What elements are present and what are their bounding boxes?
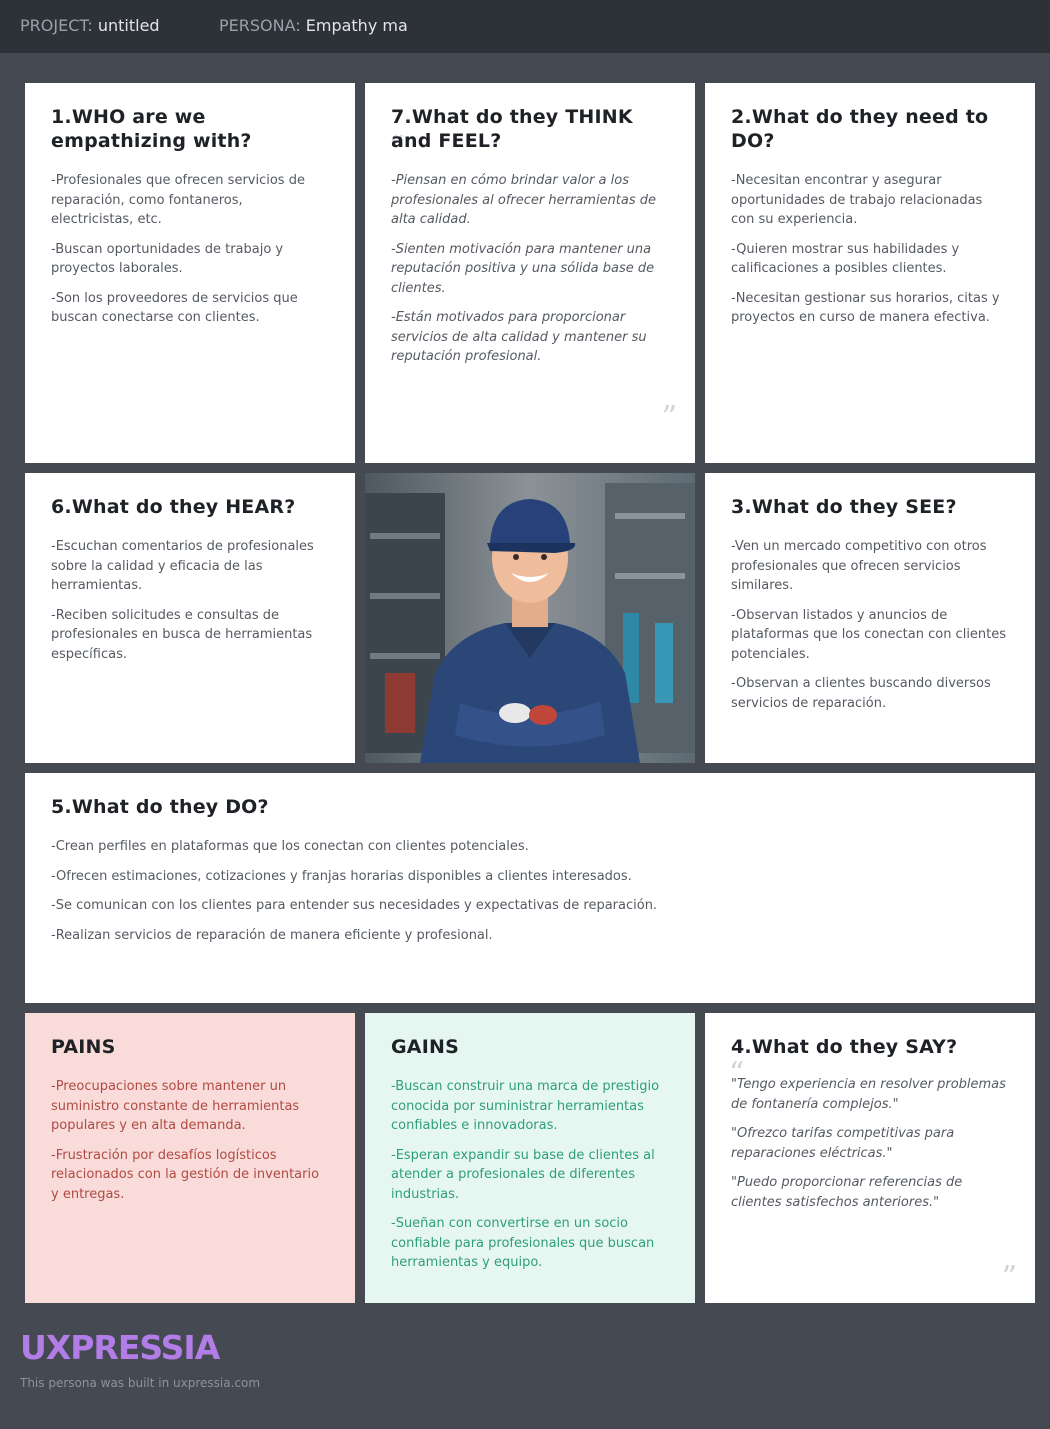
- card-item: -Reciben solicitudes e consultas de prof…: [51, 607, 313, 662]
- card-item: -Quieren mostrar sus habilidades y calif…: [731, 241, 960, 277]
- persona-label: PERSONA:: [219, 16, 301, 35]
- card-see[interactable]: 3.What do they SEE? -Ven un mercado comp…: [705, 473, 1035, 763]
- card-item: -Profesionales que ofrecen servicios de …: [51, 173, 305, 227]
- card-item: -Realizan servicios de reparación de man…: [51, 927, 493, 943]
- card-item: -Observan a clientes buscando diversos s…: [731, 676, 991, 711]
- footer-note: This persona was built in uxpressia.com: [20, 1376, 261, 1390]
- card-need-to-do[interactable]: 2.What do they need to DO? -Necesitan en…: [705, 83, 1035, 463]
- card-title: 3.What do they SEE?: [731, 496, 957, 518]
- card-item: -Necesitan encontrar y asegurar oportuni…: [731, 173, 983, 227]
- persona-photo[interactable]: [365, 473, 695, 763]
- close-quote-icon: ”: [1001, 1260, 1017, 1295]
- card-title: GAINS: [391, 1036, 459, 1058]
- card-item: -Sueñan con convertirse en un socio conf…: [391, 1216, 655, 1270]
- card-item: -Ven un mercado competitivo con otros pr…: [731, 539, 987, 593]
- card-item: -Son los proveedores de servicios que bu…: [51, 290, 298, 326]
- open-quote-icon: “: [729, 1056, 745, 1091]
- card-hear[interactable]: 6.What do they HEAR? -Escuchan comentari…: [25, 473, 355, 763]
- card-title: 6.What do they HEAR?: [51, 496, 296, 518]
- card-title: 5.What do they DO?: [51, 796, 269, 818]
- project-indicator[interactable]: PROJECT: untitled: [20, 16, 160, 35]
- card-title: 2.What do they need to DO?: [731, 106, 989, 152]
- card-item: -Sienten motivación para mantener una re…: [391, 241, 655, 296]
- persona-photo-illustration: [365, 473, 695, 763]
- card-item: "Puedo proporcionar referencias de clien…: [731, 1175, 963, 1210]
- card-item: -Buscan construir una marca de prestigio…: [391, 1079, 660, 1133]
- persona-name: Empathy ma: [305, 16, 408, 35]
- card-say[interactable]: 4.What do they SAY? “ "Tengo experiencia…: [705, 1013, 1035, 1303]
- card-title: 4.What do they SAY?: [731, 1036, 958, 1058]
- card-item: -Necesitan gestionar sus horarios, citas…: [731, 290, 1000, 326]
- card-item: -Piensan en cómo brindar valor a los pro…: [391, 173, 657, 227]
- card-item: -Frustración por desafíos logísticos rel…: [51, 1147, 320, 1202]
- project-name: untitled: [97, 16, 160, 35]
- close-quote-icon: ”: [661, 400, 677, 435]
- card-item: -Observan listados y anuncios de platafo…: [731, 607, 1007, 662]
- card-item: -Buscan oportunidades de trabajo y proye…: [51, 241, 284, 277]
- card-title: PAINS: [51, 1036, 116, 1058]
- card-pains[interactable]: PAINS -Preocupaciones sobre mantener un …: [25, 1013, 355, 1303]
- project-label: PROJECT:: [20, 16, 93, 35]
- card-item: "Ofrezco tarifas competitivas para repar…: [731, 1126, 955, 1161]
- card-item: "Tengo experiencia en resolver problemas…: [731, 1077, 1006, 1112]
- card-item: -Esperan expandir su base de clientes al…: [391, 1147, 655, 1202]
- card-do[interactable]: 5.What do they DO? -Crean perfiles en pl…: [25, 773, 1035, 1003]
- card-item: -Preocupaciones sobre mantener un sumini…: [51, 1079, 300, 1133]
- card-item: -Crean perfiles en plataformas que los c…: [51, 839, 529, 854]
- card-item: -Están motivados para proporcionar servi…: [391, 310, 647, 364]
- card-who[interactable]: 1.WHO are we empathizing with? -Profesio…: [25, 83, 355, 463]
- card-think-feel[interactable]: “ 7.What do they THINK and FEEL? -Piensa…: [365, 83, 695, 463]
- card-item: -Se comunican con los clientes para ente…: [51, 898, 658, 913]
- card-title: 1.WHO are we empathizing with?: [51, 106, 252, 152]
- card-item: -Escuchan comentarios de profesionales s…: [51, 539, 314, 593]
- top-bar: PROJECT: untitled PERSONA: Empathy ma: [0, 0, 1050, 53]
- card-item: -Ofrecen estimaciones, cotizaciones y fr…: [51, 868, 632, 884]
- persona-indicator[interactable]: PERSONA: Empathy ma: [219, 16, 408, 35]
- card-gains[interactable]: GAINS -Buscan construir una marca de pre…: [365, 1013, 695, 1303]
- uxpressia-logo[interactable]: UXPRESSIA: [20, 1328, 220, 1367]
- card-title: 7.What do they THINK and FEEL?: [391, 106, 633, 152]
